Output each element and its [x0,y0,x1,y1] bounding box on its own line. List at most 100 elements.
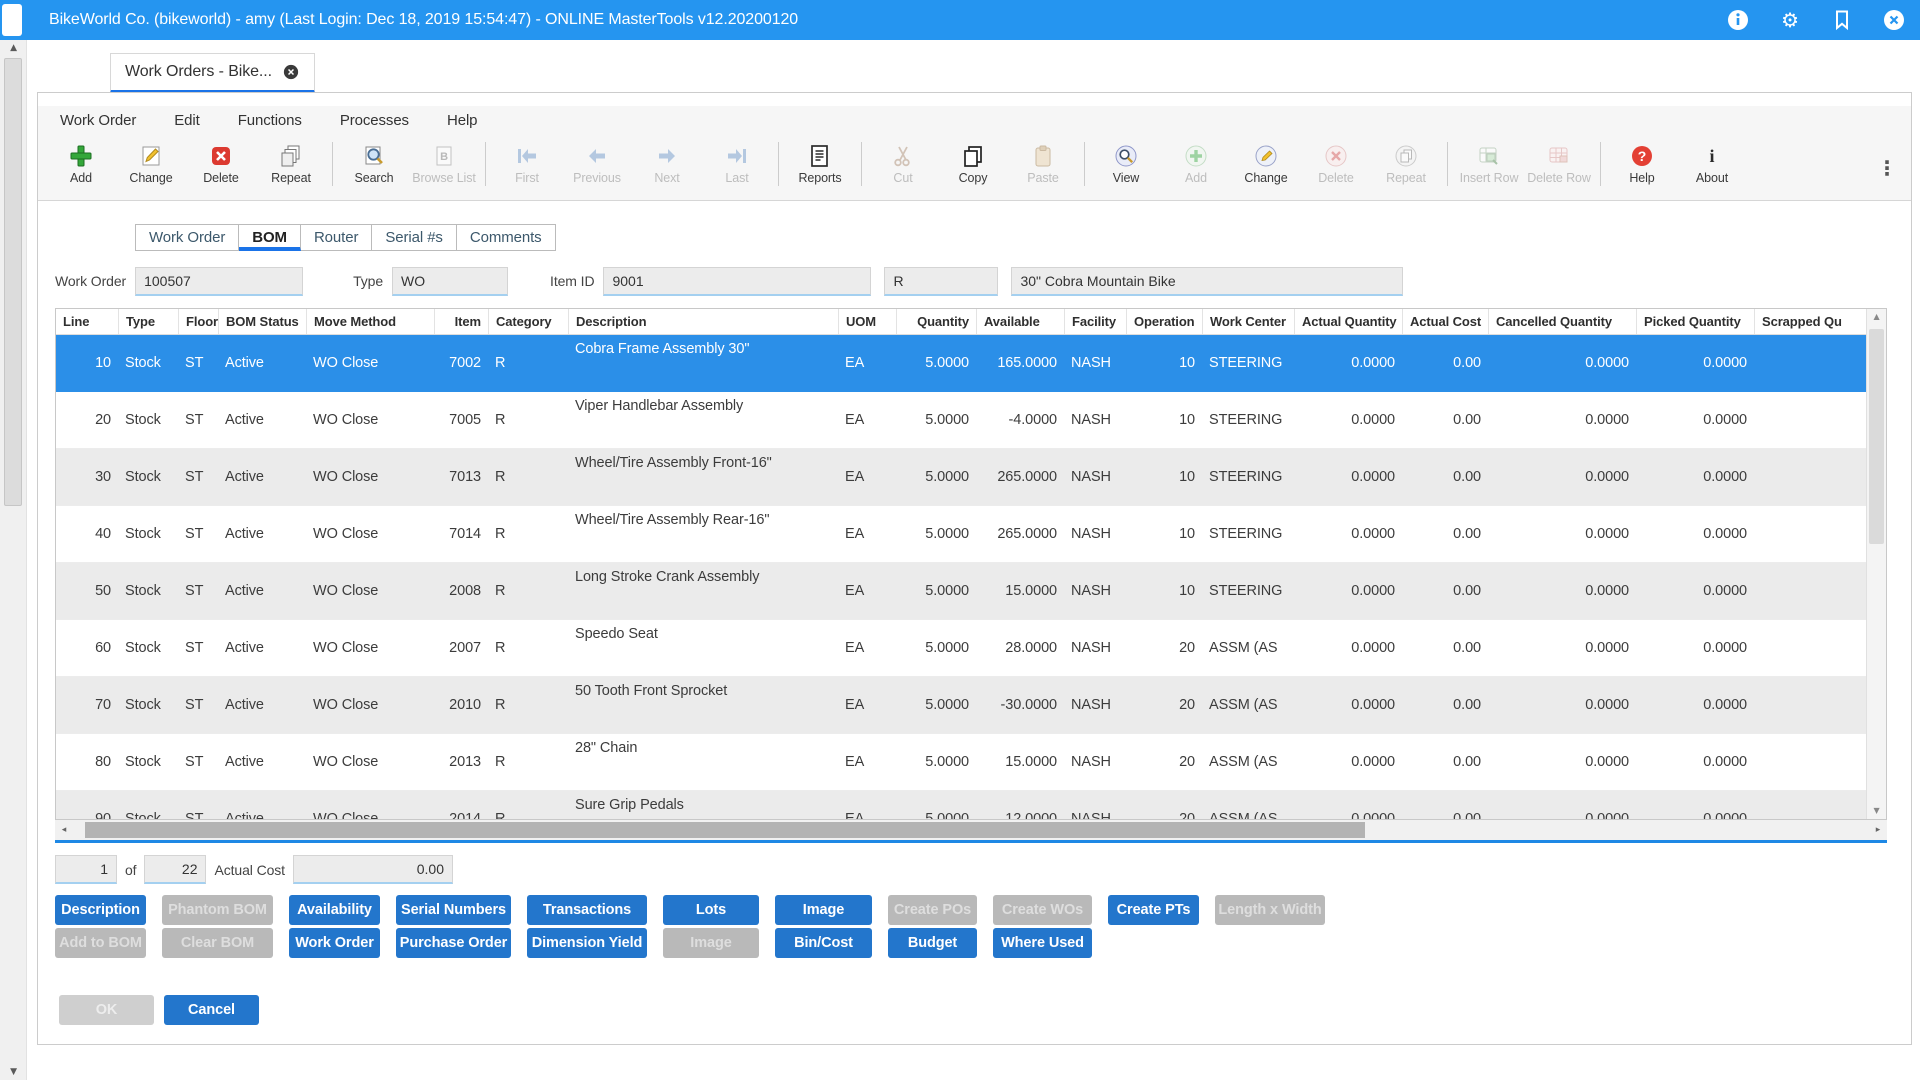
close-icon[interactable] [1882,8,1906,32]
button-work-order[interactable]: Work Order [289,928,380,958]
button-create-pts[interactable]: Create PTs [1108,895,1199,925]
item-category-input[interactable] [884,267,998,296]
cell-type: Stock [118,392,178,448]
bookmark-icon[interactable] [1830,8,1854,32]
toolbar-cut-button: Cut [868,144,938,185]
button-dimension-yield[interactable]: Dimension Yield [527,928,647,958]
menu-work-order[interactable]: Work Order [60,112,136,129]
table-row[interactable]: 80StockSTActiveWO Close2013R28" ChainEA5… [56,734,1886,791]
item-id-input[interactable] [603,267,871,296]
toolbar-search-button[interactable]: Search [339,144,409,185]
column-header-category[interactable]: Category [488,309,568,334]
tab-close-icon[interactable] [282,63,300,81]
work-order-input[interactable] [135,267,303,296]
toolbar-repeat-button[interactable]: Repeat [256,144,326,185]
column-header-line[interactable]: Line [56,309,118,334]
cell-picked_quantity: 0.0000 [1636,563,1754,619]
grid-vscroll-thumb[interactable] [1869,329,1884,544]
column-header-move_method[interactable]: Move Method [306,309,434,334]
table-row[interactable]: 50StockSTActiveWO Close2008RLong Stroke … [56,563,1886,620]
column-header-description[interactable]: Description [568,309,838,334]
toolbar-help-button[interactable]: ?Help [1607,144,1677,185]
tab-work-order[interactable]: Work Order [135,224,239,251]
column-header-facility[interactable]: Facility [1064,309,1126,334]
column-header-picked_quantity[interactable]: Picked Quantity [1636,309,1754,334]
window-vertical-scrollbar[interactable]: ▲ ▼ [0,40,27,1080]
grid-scroll-right-icon[interactable]: ▸ [1869,820,1887,840]
toolbar-overflow-icon[interactable]: ⋮ [1877,156,1897,180]
column-header-cancelled_quantity[interactable]: Cancelled Quantity [1488,309,1636,334]
button-description[interactable]: Description [55,895,146,925]
table-row[interactable]: 10StockSTActiveWO Close7002RCobra Frame … [56,335,1886,392]
table-row[interactable]: 20StockSTActiveWO Close7005RViper Handle… [56,392,1886,449]
table-row[interactable]: 90StockSTActiveWO Close2014RSure Grip Pe… [56,791,1886,820]
type-input[interactable] [392,267,508,296]
column-header-work_center[interactable]: Work Center [1202,309,1294,334]
window-tab-work-orders[interactable]: Work Orders - Bike... [110,53,315,93]
titlebar-corner-button[interactable] [2,4,22,36]
action-buttons-row-1: DescriptionPhantom BOMAvailabilitySerial… [55,895,1325,925]
column-header-uom[interactable]: UOM [838,309,896,334]
settings-icon[interactable]: ⚙ [1778,8,1802,32]
scroll-down-icon[interactable]: ▼ [0,1064,27,1080]
window-scrollbar-thumb[interactable] [4,58,22,506]
menu-edit[interactable]: Edit [174,112,199,129]
toolbar-delete-button[interactable]: Delete [186,144,256,185]
column-header-quantity[interactable]: Quantity [896,309,976,334]
column-header-type[interactable]: Type [118,309,178,334]
menu-help[interactable]: Help [447,112,477,129]
button-serial-numbers[interactable]: Serial Numbers [396,895,511,925]
toolbar-reports-button[interactable]: Reports [785,144,855,185]
record-count-input[interactable] [144,855,206,884]
record-number-input[interactable] [55,855,117,884]
column-header-available[interactable]: Available [976,309,1064,334]
tab-router[interactable]: Router [301,224,372,251]
grid-scroll-down-icon[interactable]: ▼ [1867,803,1886,819]
button-budget[interactable]: Budget [888,928,977,958]
column-header-actual_quantity[interactable]: Actual Quantity [1294,309,1402,334]
column-header-operation[interactable]: Operation [1126,309,1202,334]
scroll-up-icon[interactable]: ▲ [0,40,27,56]
table-row[interactable]: 70StockSTActiveWO Close2010R50 Tooth Fro… [56,677,1886,734]
table-row[interactable]: 60StockSTActiveWO Close2007RSpeedo SeatE… [56,620,1886,677]
toolbar-change-button[interactable]: Change [1231,144,1301,185]
grid-scroll-left-icon[interactable]: ◂ [55,820,73,840]
cell-uom: EA [838,335,896,391]
tab-serial-s[interactable]: Serial #s [372,224,456,251]
button-bin-cost[interactable]: Bin/Cost [775,928,872,958]
tab-comments[interactable]: Comments [457,224,556,251]
grid-scroll-up-icon[interactable]: ▲ [1867,309,1886,325]
actual-cost-input[interactable] [293,855,453,884]
column-header-scrapped_quantity[interactable]: Scrapped Qu [1754,309,1854,334]
grid-hscroll-thumb[interactable] [85,822,1365,838]
button-lots[interactable]: Lots [663,895,759,925]
column-header-bom_status[interactable]: BOM Status [218,309,306,334]
toolbar-about-button[interactable]: iAbout [1677,144,1747,185]
menu-functions[interactable]: Functions [238,112,302,129]
button-where-used[interactable]: Where Used [993,928,1092,958]
toolbar-view-button[interactable]: View [1091,144,1161,185]
item-description-input[interactable] [1011,267,1403,296]
table-row[interactable]: 40StockSTActiveWO Close7014RWheel/Tire A… [56,506,1886,563]
button-availability[interactable]: Availability [289,895,380,925]
column-header-floor[interactable]: Floor [178,309,218,334]
info-icon[interactable] [1726,8,1750,32]
toolbar-add-button[interactable]: Add [46,144,116,185]
button-image[interactable]: Image [775,895,872,925]
grid-horizontal-scrollbar[interactable]: ◂ ▸ [55,820,1887,840]
tab-bom[interactable]: BOM [239,224,301,251]
column-header-item[interactable]: Item [434,309,488,334]
toolbar-copy-button[interactable]: Copy [938,144,1008,185]
button-transactions[interactable]: Transactions [527,895,647,925]
toolbar-button-label: Paste [1027,171,1058,185]
grid-vertical-scrollbar[interactable]: ▲ ▼ [1866,309,1886,819]
toolbar-change-button[interactable]: Change [116,144,186,185]
button-purchase-order[interactable]: Purchase Order [396,928,511,958]
table-row[interactable]: 30StockSTActiveWO Close7013RWheel/Tire A… [56,449,1886,506]
cancel-button[interactable]: Cancel [164,995,259,1025]
about-icon: i [1700,144,1724,168]
cell-actual_cost: 0.00 [1402,506,1488,562]
column-header-actual_cost[interactable]: Actual Cost [1402,309,1488,334]
cell-quantity: 5.0000 [896,335,976,391]
menu-processes[interactable]: Processes [340,112,409,129]
